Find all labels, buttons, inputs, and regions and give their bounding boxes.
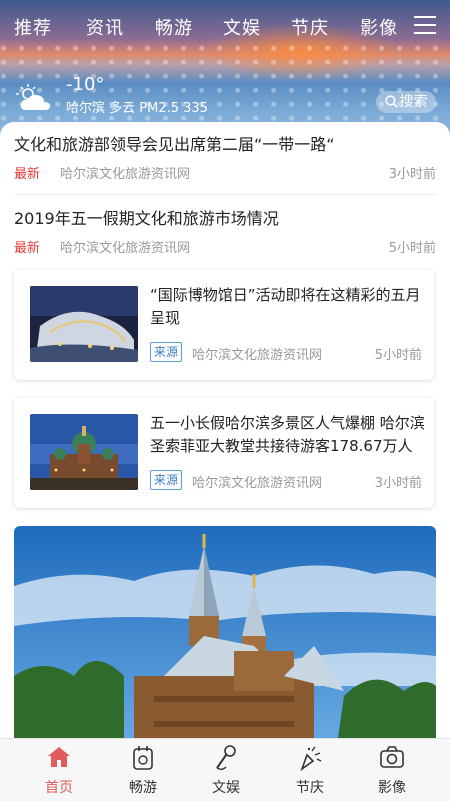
news-meta: 最新 哈尔滨文化旅游资讯网 5小时前 bbox=[14, 237, 436, 257]
weather-widget: -10° 哈尔滨 多云 PM2.5 335 bbox=[16, 74, 316, 120]
tabbar-label: 影像 bbox=[378, 780, 406, 796]
source-badge: 来源 bbox=[150, 342, 183, 362]
search-icon bbox=[384, 95, 398, 108]
tabbar-label: 文娱 bbox=[212, 780, 240, 796]
source-badge: 来源 bbox=[150, 470, 183, 490]
tabbar-entertainment[interactable]: 文娱 bbox=[191, 745, 261, 797]
news-source: 哈尔滨文化旅游资讯网 bbox=[192, 348, 323, 363]
tabbar-label: 畅游 bbox=[129, 780, 157, 796]
tabbar-home[interactable]: 首页 bbox=[24, 745, 94, 797]
firework-icon bbox=[300, 746, 322, 772]
weather-info: 哈尔滨 多云 PM2.5 335 bbox=[66, 101, 208, 116]
divider bbox=[14, 194, 436, 195]
news-title: 2019年五一假期文化和旅游市场情况 bbox=[14, 209, 279, 228]
featured-image[interactable] bbox=[14, 526, 436, 742]
news-time: 3小时前 bbox=[374, 476, 422, 491]
news-meta: 最新 哈尔滨文化旅游资讯网 3小时前 bbox=[14, 163, 436, 183]
tabbar-label: 节庆 bbox=[296, 780, 324, 796]
top-nav: 推荐 资讯 畅游 文娱 节庆 影像 bbox=[0, 14, 450, 44]
news-time: 5小时前 bbox=[388, 241, 436, 256]
tabbar-festival[interactable]: 节庆 bbox=[275, 745, 345, 797]
news-source: 哈尔滨文化旅游资讯网 bbox=[192, 476, 323, 491]
camera-icon bbox=[380, 746, 404, 768]
news-source: 哈尔滨文化旅游资讯网 bbox=[60, 241, 191, 256]
search-label: 搜索 bbox=[399, 94, 428, 110]
news-feed: 文化和旅游部领导会见出席第二届“一带一路“ 最新 哈尔滨文化旅游资讯网 3小时前… bbox=[0, 122, 450, 742]
menu-icon[interactable] bbox=[414, 16, 436, 34]
list-item[interactable]: 2019年五一假期文化和旅游市场情况 最新 哈尔滨文化旅游资讯网 5小时前 bbox=[14, 208, 436, 257]
news-source: 哈尔滨文化旅游资讯网 bbox=[60, 167, 191, 182]
tabbar-label: 首页 bbox=[45, 780, 73, 796]
latest-tag: 最新 bbox=[14, 167, 41, 182]
news-thumbnail bbox=[30, 414, 138, 490]
tab-entertainment[interactable]: 文娱 bbox=[223, 14, 261, 40]
tab-recommend[interactable]: 推荐 bbox=[14, 14, 52, 40]
news-card[interactable]: 五一小长假哈尔滨多景区人气爆棚 哈尔滨圣索菲亚大教堂共接待游客178.67万人 … bbox=[14, 398, 434, 508]
partly-cloudy-icon bbox=[16, 84, 51, 110]
search-button[interactable]: 搜索 bbox=[376, 91, 436, 113]
tabbar-images[interactable]: 影像 bbox=[357, 745, 427, 797]
microphone-icon bbox=[216, 745, 236, 770]
news-time: 3小时前 bbox=[388, 167, 436, 182]
tab-festival[interactable]: 节庆 bbox=[291, 14, 329, 40]
tabbar-tour[interactable]: 畅游 bbox=[108, 745, 178, 797]
tab-tour[interactable]: 畅游 bbox=[155, 14, 193, 40]
temperature: -10° bbox=[66, 74, 105, 95]
news-thumbnail bbox=[30, 286, 138, 362]
news-title: 五一小长假哈尔滨多景区人气爆棚 哈尔滨圣索菲亚大教堂共接待游客178.67万人 bbox=[150, 414, 425, 455]
tab-images[interactable]: 影像 bbox=[360, 14, 398, 40]
home-icon bbox=[48, 747, 70, 767]
news-time: 5小时前 bbox=[374, 348, 422, 363]
news-card[interactable]: “国际博物馆日”活动即将在这精彩的五月呈现 来源 哈尔滨文化旅游资讯网 5小时前 bbox=[14, 270, 434, 380]
news-title: “国际博物馆日”活动即将在这精彩的五月呈现 bbox=[150, 286, 421, 327]
bottom-tab-bar: 首页 畅游 文娱 节庆 影像 bbox=[0, 738, 450, 801]
tour-icon bbox=[133, 746, 153, 770]
latest-tag: 最新 bbox=[14, 241, 41, 256]
tab-news[interactable]: 资讯 bbox=[86, 14, 124, 40]
list-item[interactable]: 文化和旅游部领导会见出席第二届“一带一路“ 最新 哈尔滨文化旅游资讯网 3小时前 bbox=[14, 134, 436, 183]
news-title: 文化和旅游部领导会见出席第二届“一带一路“ bbox=[14, 135, 335, 154]
